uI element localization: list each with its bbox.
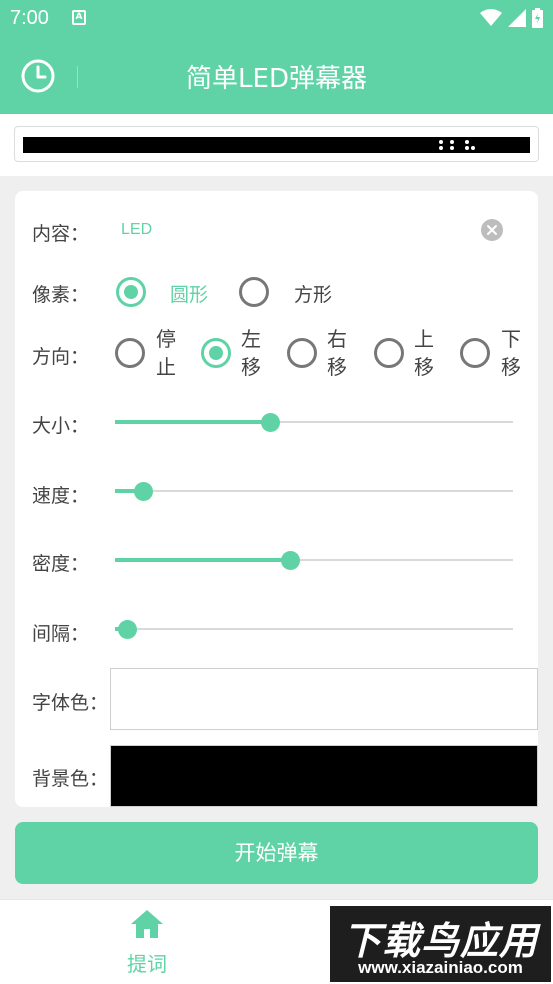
speed-slider-thumb[interactable]: [133, 482, 153, 501]
radio-down[interactable]: [460, 338, 490, 368]
nav-item-label: 提词: [127, 952, 167, 976]
settings-card: 内容： LED 像素： 圆形 方形 方向： 停止 左移 右移 上移 下移 大小：…: [15, 191, 538, 807]
radio-down-label: 下移: [501, 327, 521, 379]
battery-icon: [532, 8, 543, 28]
font-color-swatch[interactable]: [110, 668, 538, 730]
radio-stop[interactable]: [115, 338, 145, 368]
speed-label: 速度：: [32, 485, 90, 507]
wifi-icon: [480, 9, 502, 26]
interval-slider[interactable]: [115, 619, 513, 639]
notification-icon: A: [72, 10, 86, 25]
radio-left-label: 左移: [241, 327, 261, 379]
signal-icon: [508, 9, 526, 27]
start-button[interactable]: 开始弹幕: [15, 822, 538, 884]
interval-slider-thumb[interactable]: [117, 620, 137, 639]
size-slider-fill: [115, 420, 271, 424]
density-slider[interactable]: [115, 550, 513, 570]
interval-slider-track: [115, 628, 513, 630]
radio-right[interactable]: [287, 338, 317, 368]
radio-up-label: 上移: [414, 327, 434, 379]
background-color-label: 背景色：: [32, 768, 109, 790]
watermark-title: 下载鸟应用: [342, 919, 538, 963]
background-color-swatch[interactable]: [110, 745, 538, 807]
status-time: 7:00: [10, 7, 49, 29]
radio-round[interactable]: [116, 277, 146, 307]
size-label: 大小：: [32, 415, 90, 437]
content-label: 内容：: [32, 223, 90, 245]
home-icon: [131, 910, 163, 938]
size-slider[interactable]: [115, 412, 513, 432]
preview-section: [0, 114, 553, 176]
content-input[interactable]: LED: [121, 221, 152, 239]
radio-square-label: 方形: [294, 284, 333, 306]
radio-square[interactable]: [239, 277, 269, 307]
radio-stop-label: 停止: [156, 327, 176, 379]
led-text-dots: [439, 140, 475, 150]
radio-right-label: 右移: [327, 327, 347, 379]
app-bar: 简单LED弹幕器: [0, 38, 553, 114]
watermark: 下载鸟应用 www.xiazainiao.com: [330, 906, 551, 982]
led-strip: [23, 137, 530, 153]
nav-item-prompter[interactable]: 提词: [112, 908, 182, 977]
speed-slider-track: [115, 490, 513, 492]
interval-label: 间隔：: [32, 623, 90, 645]
density-slider-fill: [115, 558, 291, 562]
clear-icon[interactable]: [481, 219, 503, 241]
font-color-label: 字体色：: [32, 692, 109, 714]
size-slider-thumb[interactable]: [261, 413, 281, 432]
page-title: 简单LED弹幕器: [186, 64, 367, 94]
led-preview[interactable]: [14, 126, 539, 162]
status-bar: 7:00 A: [0, 0, 553, 38]
density-slider-thumb[interactable]: [281, 551, 301, 570]
speed-slider[interactable]: [115, 481, 513, 501]
pixel-label: 像素：: [32, 284, 90, 306]
radio-left[interactable]: [201, 338, 231, 368]
density-label: 密度：: [32, 553, 90, 575]
direction-label: 方向：: [32, 346, 90, 368]
radio-round-label: 圆形: [170, 284, 209, 306]
watermark-url: www.xiazainiao.com: [358, 958, 523, 977]
system-icons: [480, 8, 543, 28]
radio-up[interactable]: [374, 338, 404, 368]
